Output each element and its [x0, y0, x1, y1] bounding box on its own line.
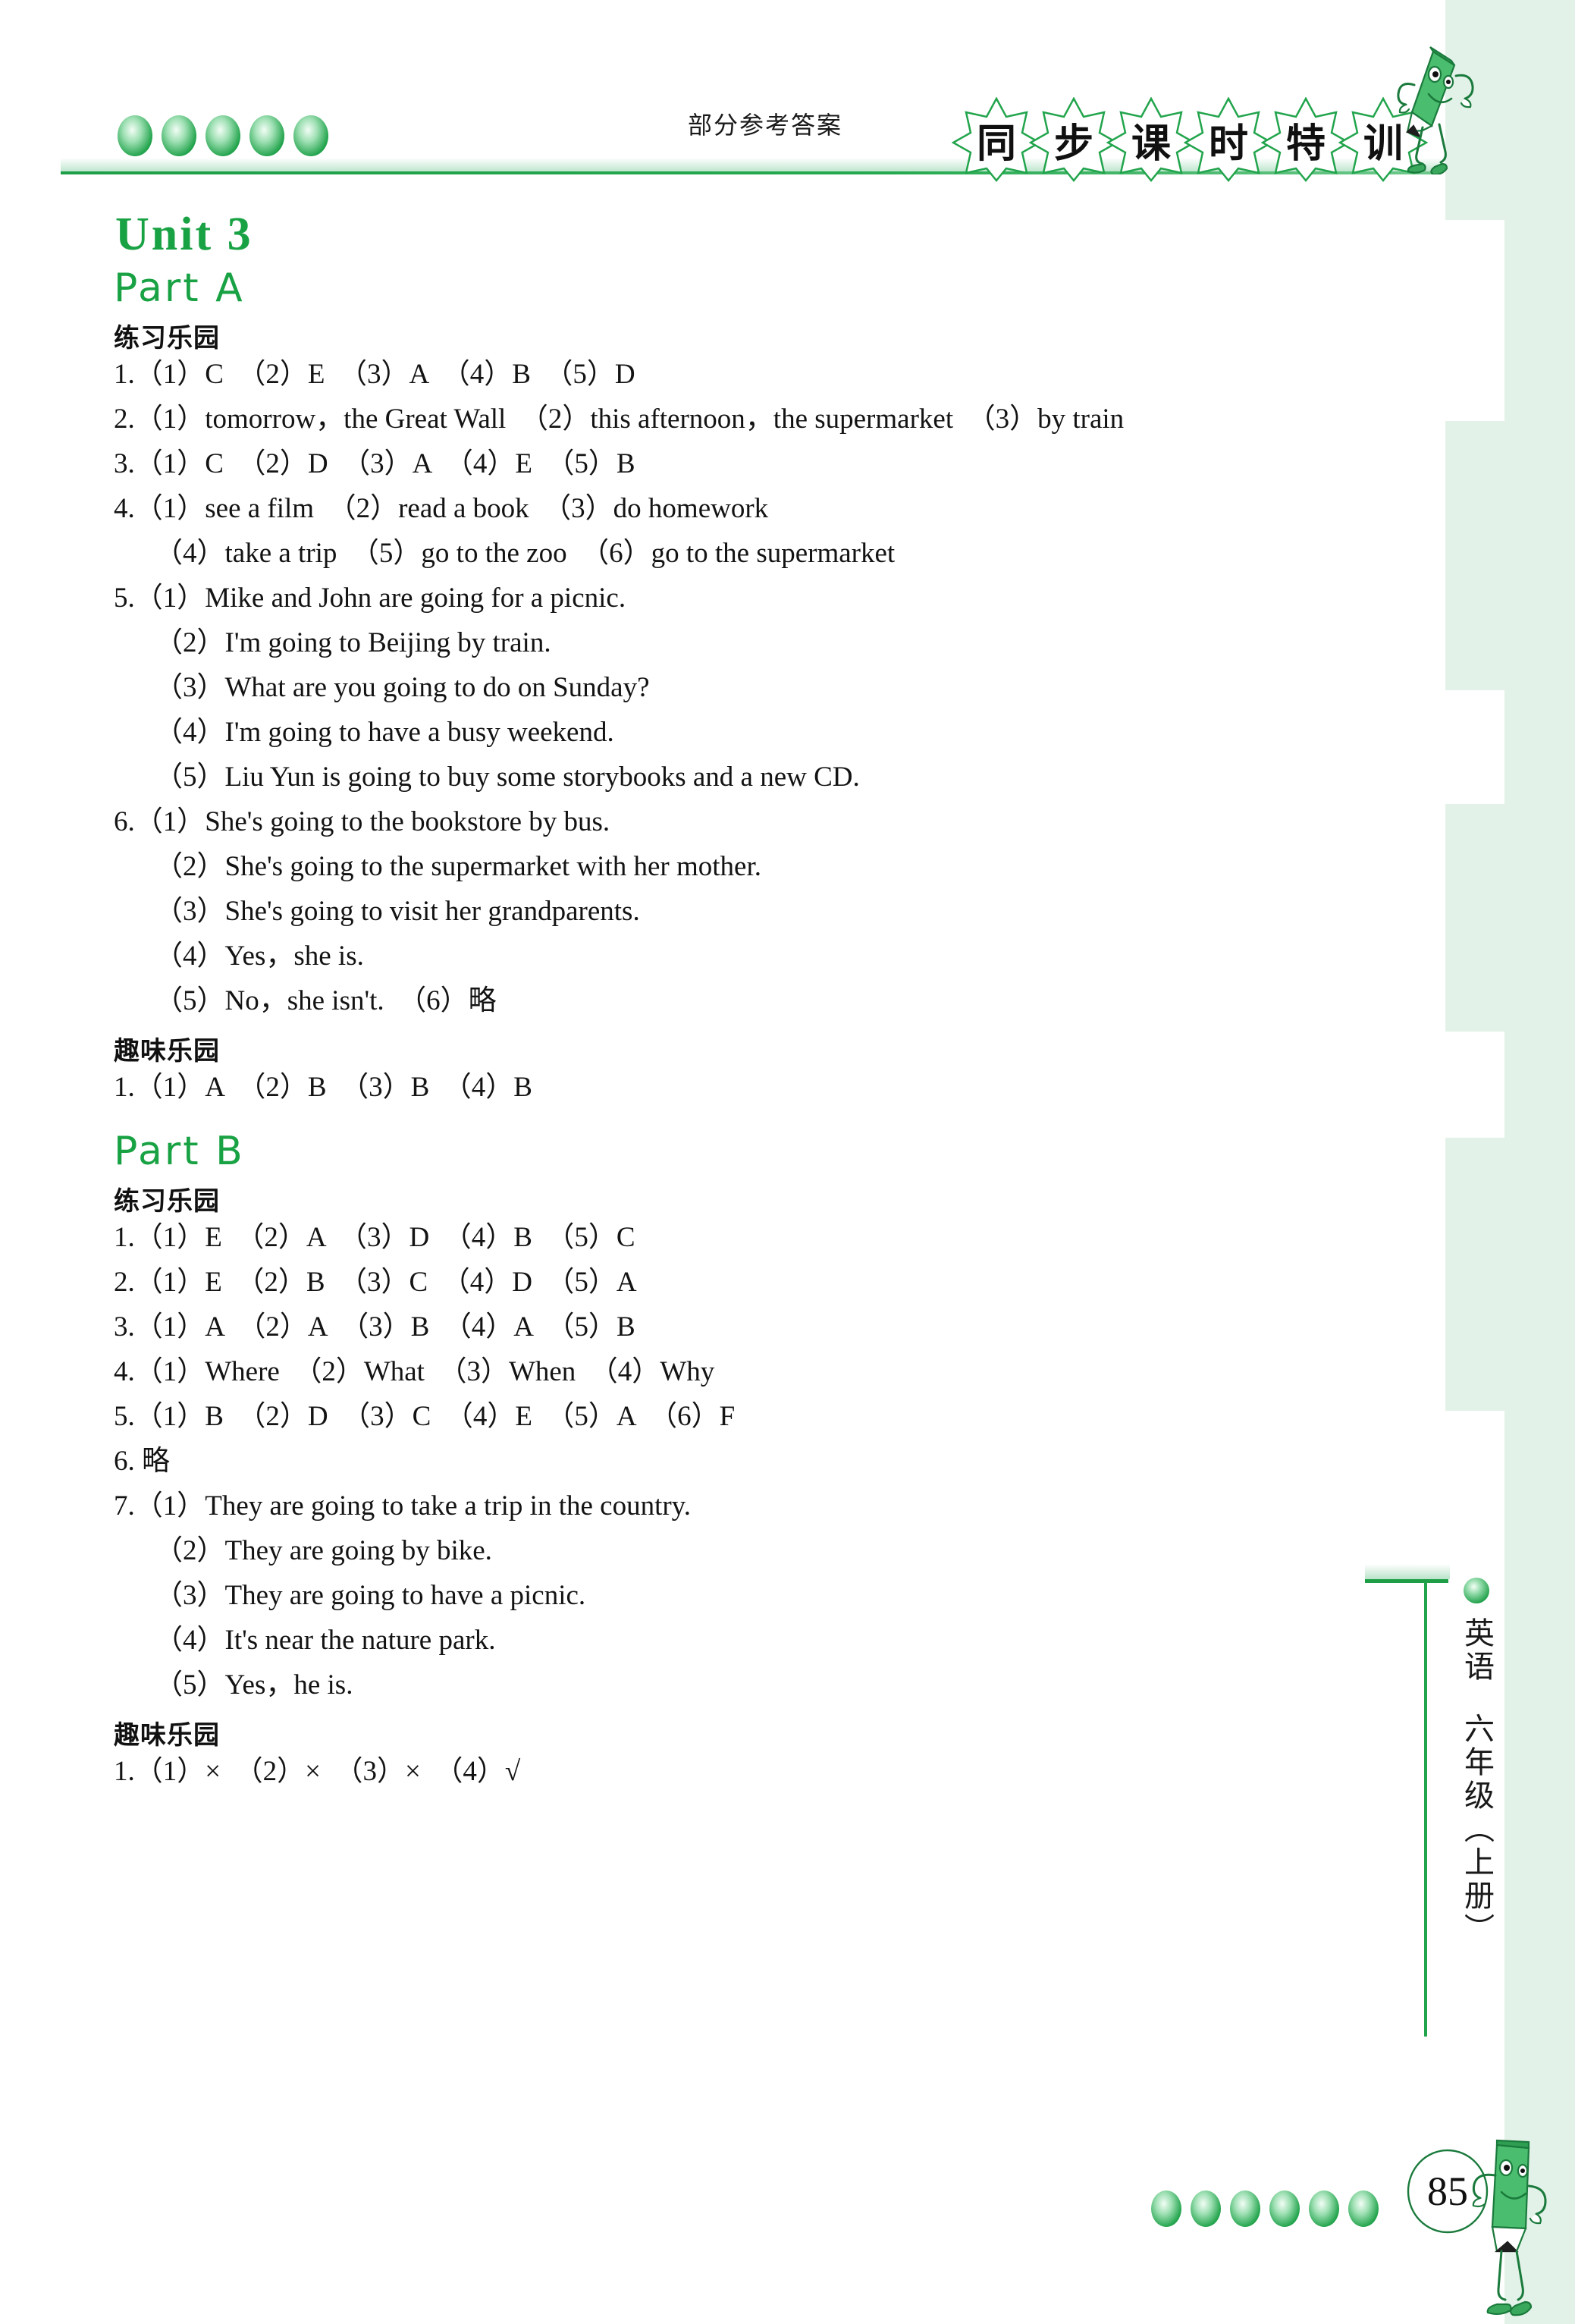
- star-badge-char: 特: [1285, 121, 1326, 167]
- answer-line: （4）It's near the nature park.: [155, 1625, 496, 1656]
- green-dot-icon: [1230, 2191, 1260, 2227]
- page-edge-strip: [1504, 0, 1575, 2324]
- group-heading: 练习乐园: [114, 1186, 220, 1217]
- pencil-mascot-icon: [1389, 30, 1503, 176]
- sidebar-rule-top: [1365, 1579, 1448, 1583]
- answer-line: （5）Liu Yun is going to buy some storyboo…: [155, 762, 860, 793]
- star-badge-char: 时: [1208, 121, 1248, 167]
- header-dot-row: [118, 115, 328, 156]
- green-dot-icon: [1348, 2191, 1379, 2227]
- star-badge-char: 同: [976, 121, 1016, 167]
- answer-line: （3）They are going to have a picnic.: [155, 1580, 586, 1611]
- sidebar-book-info: 英语 六年级（上册）: [1450, 1578, 1503, 1946]
- series-title: 同 步 课 时 特 训: [952, 97, 1428, 182]
- answer-line: 1.（1）E （2）A （3）D （4）B （5）C: [114, 1222, 635, 1253]
- answer-content: Unit 3 Part A 练习乐园 1.（1）C （2）E （3）A （4）B…: [114, 211, 1433, 1802]
- sidebar-rule-shadow: [1365, 1564, 1450, 1579]
- pencil-mascot-icon: [1464, 2131, 1570, 2321]
- green-dot-icon: [1309, 2191, 1339, 2227]
- answer-line: （4）I'm going to have a busy weekend.: [155, 717, 614, 748]
- star-badge: 特: [1261, 97, 1351, 182]
- answer-line: 1.（1）A （2）B （3）B （4）B: [114, 1072, 532, 1103]
- green-dot-icon: [1191, 2191, 1221, 2227]
- star-badge: 步: [1029, 97, 1119, 182]
- page-edge-notch: [1445, 1138, 1504, 1411]
- answer-line: （5）Yes，he is.: [155, 1669, 353, 1701]
- answer-line: 1.（1）× （2）× （3）× （4）√: [114, 1756, 521, 1787]
- header-label: 部分参考答案: [688, 111, 843, 140]
- answer-line: （2）I'm going to Beijing by train.: [155, 627, 551, 658]
- answer-line: （3）What are you going to do on Sunday?: [155, 672, 650, 703]
- page-edge-notch: [1445, 804, 1504, 1032]
- footer-dot-row: [1151, 2191, 1379, 2227]
- group-heading: 趣味乐园: [114, 1036, 220, 1066]
- answer-line: 3.（1）C （2）D （3）A （4）E （5）B: [114, 448, 635, 479]
- unit-title: Unit 3: [115, 209, 253, 260]
- answer-line: 6.（1）She's going to the bookstore by bus…: [114, 806, 610, 837]
- group-heading: 趣味乐园: [114, 1720, 220, 1751]
- sidebar-subject: 英语: [1459, 1617, 1494, 1684]
- answer-line: 5.（1）Mike and John are going for a picni…: [114, 583, 626, 614]
- star-badge-char: 课: [1131, 121, 1171, 167]
- page-header: 部分参考答案 同 步 课 时 特 训: [0, 0, 1504, 190]
- part-title-a: Part A: [114, 265, 245, 311]
- answer-line: 2.（1）E （2）B （3）C （4）D （5）A: [114, 1267, 637, 1298]
- star-badge-char: 步: [1053, 121, 1093, 167]
- part-title-b: Part B: [114, 1129, 245, 1174]
- answer-line: （4）Yes，she is.: [155, 941, 364, 972]
- green-dot-icon: [162, 115, 196, 156]
- green-dot-icon: [1464, 1578, 1489, 1603]
- answer-line: 3.（1）A （2）A （3）B （4）A （5）B: [114, 1311, 635, 1343]
- sidebar-grade: 六年级（上册）: [1459, 1713, 1494, 1946]
- answer-line: 4.（1）see a film （2）read a book （3）do hom…: [114, 493, 769, 524]
- green-dot-icon: [249, 115, 284, 156]
- answer-line: （4）take a trip （5）go to the zoo （6）go to…: [155, 538, 896, 569]
- answer-line: 2.（1）tomorrow，the Great Wall （2）this aft…: [114, 404, 1125, 435]
- sidebar-rule: [1424, 1581, 1427, 2037]
- answer-line: 6. 略: [114, 1446, 170, 1477]
- star-badge: 同: [952, 97, 1041, 182]
- answer-line: （5）No，she isn't. （6）略: [155, 985, 497, 1016]
- green-dot-icon: [1269, 2191, 1300, 2227]
- green-dot-icon: [1151, 2191, 1181, 2227]
- answer-line: （2）She's going to the supermarket with h…: [155, 851, 761, 882]
- green-dot-icon: [118, 115, 152, 156]
- answer-line: 5.（1）B （2）D （3）C （4）E （5）A （6）F: [114, 1401, 736, 1432]
- green-dot-icon: [206, 115, 240, 156]
- answer-line: （3）She's going to visit her grandparents…: [155, 896, 640, 927]
- star-badge: 时: [1184, 97, 1273, 182]
- green-dot-icon: [293, 115, 328, 156]
- answer-line: 1.（1）C （2）E （3）A （4）B （5）D: [114, 359, 635, 390]
- answer-line: 4.（1）Where （2）What （3）When （4）Why: [114, 1356, 715, 1387]
- star-badge: 课: [1106, 97, 1196, 182]
- group-heading: 练习乐园: [114, 323, 220, 353]
- answer-line: （2）They are going by bike.: [155, 1535, 492, 1566]
- answer-line: 7.（1）They are going to take a trip in th…: [114, 1490, 692, 1522]
- page-edge-notch: [1445, 421, 1504, 690]
- answer-key-page: 部分参考答案 同 步 课 时 特 训 Unit 3 Part A 练习乐园 1.…: [0, 0, 1575, 2324]
